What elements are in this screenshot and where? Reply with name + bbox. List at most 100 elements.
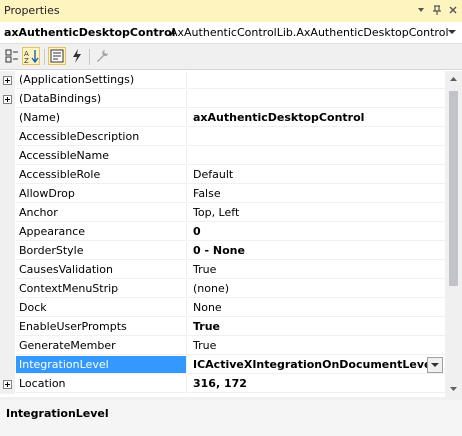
property-name[interactable]: Dock — [16, 299, 187, 317]
property-name[interactable]: AllowDrop — [16, 185, 187, 203]
property-row[interactable]: IntegrationLevel ICActiveXIntegrationOnDo… — [0, 356, 445, 375]
property-value[interactable]: Default — [188, 166, 445, 184]
row-gutter — [0, 223, 15, 242]
property-row[interactable]: AccessibleRole Default — [0, 166, 445, 185]
description-title: IntegrationLevel — [6, 407, 109, 420]
chevron-down-icon[interactable] — [446, 26, 458, 38]
property-value[interactable]: 0 — [188, 223, 445, 241]
pin-icon — [433, 5, 441, 15]
alphabetical-button[interactable]: A Z — [22, 47, 40, 65]
property-value-text: None — [193, 301, 222, 314]
property-value[interactable]: False — [188, 185, 445, 203]
property-value[interactable]: Top, Left — [188, 204, 445, 222]
object-name: axAuthenticDesktopControl — [4, 26, 176, 39]
vertical-scrollbar[interactable] — [445, 71, 462, 397]
property-name[interactable]: Location — [16, 375, 187, 393]
property-pages-button[interactable] — [93, 47, 111, 65]
row-gutter — [0, 109, 15, 128]
expand-plus-icon[interactable] — [3, 76, 12, 85]
toolbar-separator — [44, 49, 45, 65]
property-value-text: False — [193, 187, 221, 200]
property-name[interactable]: AccessibleName — [16, 147, 187, 165]
property-row[interactable]: Location 316, 172 — [0, 375, 445, 394]
row-gutter — [0, 71, 15, 90]
property-name[interactable]: (Name) — [16, 109, 187, 127]
property-value[interactable] — [188, 71, 445, 89]
property-value[interactable]: 0 - None — [188, 242, 445, 260]
property-name[interactable]: BorderStyle — [16, 242, 187, 260]
property-value-text: ICActiveXIntegrationOnDocumentLevel — [193, 358, 436, 371]
property-value-text: (none) — [193, 282, 230, 295]
property-grid: (ApplicationSettings) (DataBindings) (Name… — [0, 71, 445, 397]
property-row[interactable]: EnableUserPrompts True — [0, 318, 445, 337]
property-value[interactable]: axAuthenticDesktopControl — [188, 109, 445, 127]
property-row[interactable]: CausesValidation True — [0, 261, 445, 280]
property-value-text: Top, Left — [193, 206, 240, 219]
row-gutter — [0, 185, 15, 204]
property-name[interactable]: IntegrationLevel — [16, 356, 187, 374]
scroll-up-arrow-icon[interactable] — [445, 71, 462, 88]
close-icon — [449, 6, 457, 14]
property-name[interactable]: GenerateMember — [16, 337, 187, 355]
scroll-down-arrow-icon[interactable] — [445, 380, 462, 397]
property-name[interactable]: Appearance — [16, 223, 187, 241]
property-row[interactable]: Dock None — [0, 299, 445, 318]
property-value-text: 0 — [193, 225, 201, 238]
property-row[interactable]: Appearance 0 — [0, 223, 445, 242]
property-row[interactable]: GenerateMember True — [0, 337, 445, 356]
properties-titlebar: Properties — [0, 0, 462, 22]
property-value[interactable]: True — [188, 337, 445, 355]
row-gutter — [0, 147, 15, 166]
row-gutter — [0, 166, 15, 185]
scrollbar-thumb[interactable] — [449, 91, 458, 286]
window-position-button[interactable] — [414, 3, 428, 17]
property-value-text: 316, 172 — [193, 377, 247, 390]
property-value-text: True — [193, 263, 217, 276]
properties-button[interactable] — [48, 47, 66, 65]
property-row[interactable]: ContextMenuStrip (none) — [0, 280, 445, 299]
expand-plus-icon[interactable] — [3, 95, 12, 104]
property-value[interactable]: (none) — [188, 280, 445, 298]
property-row[interactable]: (Name) axAuthenticDesktopControl — [0, 109, 445, 128]
row-gutter — [0, 375, 15, 394]
property-value[interactable] — [188, 90, 445, 108]
row-gutter — [0, 242, 15, 261]
property-name[interactable]: EnableUserPrompts — [16, 318, 187, 336]
property-row[interactable]: AllowDrop False — [0, 185, 445, 204]
categorized-icon — [5, 49, 18, 63]
value-dropdown-button[interactable] — [427, 357, 443, 373]
close-button[interactable] — [446, 3, 460, 17]
pin-button[interactable] — [430, 3, 444, 17]
property-name[interactable]: Anchor — [16, 204, 187, 222]
property-row[interactable]: (DataBindings) — [0, 90, 445, 109]
property-name[interactable]: AccessibleRole — [16, 166, 187, 184]
property-name[interactable]: (ApplicationSettings) — [16, 71, 187, 89]
property-value[interactable]: ICActiveXIntegrationOnDocumentLevel — [188, 356, 445, 374]
property-name[interactable]: ContextMenuStrip — [16, 280, 187, 298]
property-value[interactable]: 316, 172 — [188, 375, 445, 393]
property-name[interactable]: CausesValidation — [16, 261, 187, 279]
events-button[interactable] — [68, 47, 86, 65]
property-row[interactable]: (ApplicationSettings) — [0, 71, 445, 90]
alphabetical-icon: A Z — [24, 50, 39, 65]
chevron-down-icon — [431, 363, 439, 367]
property-value[interactable] — [188, 147, 445, 165]
expand-plus-icon[interactable] — [3, 380, 12, 389]
property-row[interactable]: AccessibleDescription — [0, 128, 445, 147]
property-value[interactable]: None — [188, 299, 445, 317]
property-row[interactable]: Anchor Top, Left — [0, 204, 445, 223]
property-name[interactable]: AccessibleDescription — [16, 128, 187, 146]
row-gutter — [0, 337, 15, 356]
dropdown-arrow-icon — [418, 8, 424, 12]
object-selector[interactable]: axAuthenticDesktopControl AxAuthenticCon… — [0, 22, 462, 44]
description-pane: IntegrationLevel — [0, 400, 462, 436]
property-row[interactable]: BorderStyle 0 - None — [0, 242, 445, 261]
property-value[interactable]: True — [188, 261, 445, 279]
categorized-button[interactable] — [3, 47, 21, 65]
row-gutter — [0, 356, 15, 375]
property-value[interactable]: True — [188, 318, 445, 336]
property-value[interactable] — [188, 128, 445, 146]
property-row[interactable]: AccessibleName — [0, 147, 445, 166]
property-name[interactable]: (DataBindings) — [16, 90, 187, 108]
property-value-text: True — [193, 339, 217, 352]
